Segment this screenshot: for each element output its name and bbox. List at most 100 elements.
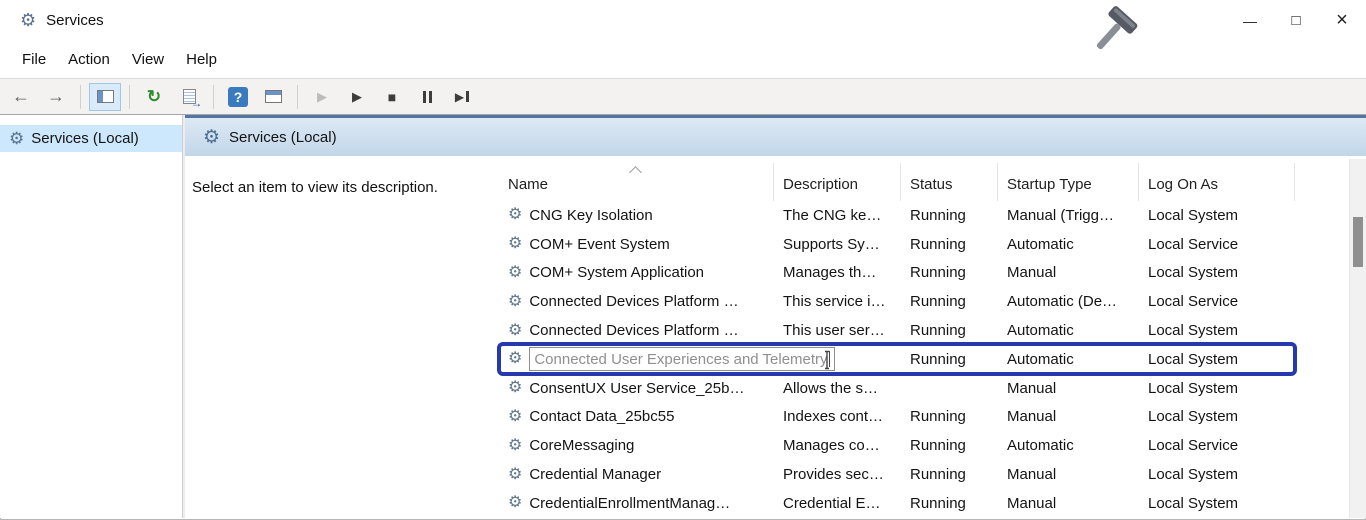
service-logon-cell: Local Service bbox=[1139, 437, 1295, 454]
column-header[interactable]: Log On As bbox=[1139, 163, 1295, 201]
column-header[interactable]: Status bbox=[901, 163, 998, 201]
service-name-cell[interactable]: CoreMessaging bbox=[499, 437, 774, 454]
service-name-cell[interactable]: Connected User Experiences and Telemetry bbox=[499, 347, 774, 371]
service-description-cell: Manages co… bbox=[774, 437, 901, 454]
window-title: Services bbox=[46, 12, 104, 29]
help-button[interactable]: ? bbox=[222, 83, 254, 111]
table-row[interactable]: CNG Key Isolation The CNG ke… Running bbox=[499, 201, 1295, 230]
table-row[interactable]: CoreMessaging Manages co… Running bbox=[499, 431, 1295, 460]
service-status-cell: Running bbox=[901, 322, 998, 339]
service-gear-icon bbox=[508, 409, 522, 425]
service-name-edit-box: COM+ Event System bbox=[529, 236, 669, 253]
results-pane: Services (Local) Select an item to view … bbox=[185, 115, 1366, 518]
service-startup-cell: Automatic bbox=[998, 437, 1139, 454]
console-body: Services (Local) Services (Local) Select… bbox=[0, 115, 1366, 518]
forward-button[interactable]: → bbox=[40, 83, 72, 111]
service-name-cell[interactable]: COM+ Event System bbox=[499, 236, 774, 253]
toolbar-separator bbox=[213, 85, 214, 109]
service-gear-icon bbox=[508, 380, 522, 396]
resume-service-button[interactable]: ▶ bbox=[341, 83, 373, 111]
close-button[interactable]: × bbox=[1319, 1, 1365, 40]
column-header[interactable]: Startup Type bbox=[998, 163, 1139, 201]
service-name-cell[interactable]: Connected Devices Platform … bbox=[499, 293, 774, 310]
service-name-cell[interactable]: COM+ System Application bbox=[499, 264, 774, 281]
service-status-cell: Running bbox=[901, 293, 998, 310]
service-description-cell: This user ser… bbox=[774, 322, 901, 339]
table-row[interactable]: Contact Data_25bc55 Indexes cont… Runnin… bbox=[499, 403, 1295, 432]
service-name-cell[interactable]: CNG Key Isolation bbox=[499, 207, 774, 224]
table-row[interactable]: Connected Devices Platform … This user s… bbox=[499, 316, 1295, 345]
menu-help[interactable]: Help bbox=[175, 40, 228, 78]
table-row[interactable]: ConsentUX User Service_25b… Allows the s… bbox=[499, 374, 1295, 403]
services-header-icon bbox=[203, 128, 220, 147]
service-gear-icon bbox=[508, 236, 522, 252]
service-logon-cell: Local System bbox=[1139, 207, 1295, 224]
results-pane-title: Services (Local) bbox=[229, 129, 337, 146]
service-name-edit-box: ConsentUX User Service_25b… bbox=[529, 380, 744, 397]
minimize-button[interactable]: — bbox=[1227, 1, 1273, 40]
menu-file[interactable]: File bbox=[11, 40, 57, 78]
table-row[interactable]: Credential Manager Provides sec… Running bbox=[499, 460, 1295, 489]
service-status-cell: Running bbox=[901, 207, 998, 224]
console-tree-button[interactable] bbox=[89, 83, 121, 111]
list-rows: CNG Key Isolation The CNG ke… Running bbox=[499, 201, 1295, 518]
console-tree-pane: Services (Local) bbox=[0, 115, 182, 518]
service-name-cell[interactable]: Connected Devices Platform … bbox=[499, 322, 774, 339]
list-header-row: Name Description Status Startup Type Log… bbox=[499, 163, 1295, 201]
service-description-cell: Manages th… bbox=[774, 264, 901, 281]
service-description-cell: Indexes cont… bbox=[774, 408, 901, 425]
service-name-cell[interactable]: Credential Manager bbox=[499, 466, 774, 483]
service-status-cell: Running bbox=[901, 236, 998, 253]
stop-service-button[interactable]: ■ bbox=[376, 83, 408, 111]
service-name-cell[interactable]: CredentialEnrollmentManag… bbox=[499, 495, 774, 512]
service-status-cell: Running bbox=[901, 408, 998, 425]
column-header[interactable]: Name bbox=[499, 163, 774, 201]
service-gear-icon bbox=[508, 207, 522, 223]
maximize-button[interactable]: □ bbox=[1273, 1, 1319, 40]
service-name-edit-box: Connected Devices Platform … bbox=[529, 322, 738, 339]
service-logon-cell: Local System bbox=[1139, 408, 1295, 425]
service-description-cell: The CNG ke… bbox=[774, 207, 901, 224]
table-row[interactable]: Connected User Experiences and Telemetry… bbox=[499, 345, 1295, 374]
pause-service-button[interactable] bbox=[411, 83, 443, 111]
menu-bar: FileActionViewHelp bbox=[0, 40, 1366, 78]
export-list-button[interactable] bbox=[173, 83, 205, 111]
service-logon-cell: Local System bbox=[1139, 351, 1295, 368]
start-service-button[interactable]: ▶ bbox=[306, 83, 338, 111]
table-row[interactable]: CredentialEnrollmentManag… Credential E…… bbox=[499, 489, 1295, 518]
scrollbar-thumb[interactable] bbox=[1353, 217, 1363, 267]
service-startup-cell: Manual bbox=[998, 466, 1139, 483]
service-description-cell: This service i… bbox=[774, 293, 901, 310]
menu-view[interactable]: View bbox=[121, 40, 175, 78]
service-name-cell[interactable]: Contact Data_25bc55 bbox=[499, 408, 774, 425]
services-node-icon bbox=[9, 130, 24, 147]
service-status-cell: Running bbox=[901, 437, 998, 454]
column-header[interactable]: Description bbox=[774, 163, 901, 201]
service-name-edit-box: Credential Manager bbox=[529, 466, 661, 483]
service-name-edit-box: CredentialEnrollmentManag… bbox=[529, 495, 730, 512]
service-startup-cell: Automatic bbox=[998, 351, 1139, 368]
hammer-cursor-icon bbox=[1086, 4, 1144, 67]
table-row[interactable]: Connected Devices Platform … This servic… bbox=[499, 287, 1295, 316]
service-gear-icon bbox=[508, 495, 522, 511]
service-logon-cell: Local Service bbox=[1139, 293, 1295, 310]
service-name-cell[interactable]: ConsentUX User Service_25b… bbox=[499, 380, 774, 397]
table-row[interactable]: COM+ System Application Manages th… Runn… bbox=[499, 259, 1295, 288]
tree-item-services-local[interactable]: Services (Local) bbox=[0, 125, 182, 152]
service-name-edit-box: CoreMessaging bbox=[529, 437, 634, 454]
services-list: Name Description Status Startup Type Log… bbox=[499, 163, 1295, 518]
service-gear-icon bbox=[508, 438, 522, 454]
service-name-edit-box: CNG Key Isolation bbox=[529, 207, 652, 224]
refresh-button[interactable]: ↻ bbox=[138, 83, 170, 111]
service-status-cell: Running bbox=[901, 351, 998, 368]
action-pane-button[interactable] bbox=[257, 83, 289, 111]
service-status-cell: Running bbox=[901, 264, 998, 281]
restart-service-button[interactable]: ▶ bbox=[446, 83, 478, 111]
service-startup-cell: Manual bbox=[998, 380, 1139, 397]
results-pane-header: Services (Local) bbox=[185, 118, 1366, 156]
table-row[interactable]: COM+ Event System Supports Sy… Running bbox=[499, 230, 1295, 259]
back-button[interactable]: ← bbox=[5, 83, 37, 111]
menu-action[interactable]: Action bbox=[57, 40, 121, 78]
vertical-scrollbar[interactable] bbox=[1349, 159, 1366, 518]
toolbar-separator bbox=[80, 85, 81, 109]
